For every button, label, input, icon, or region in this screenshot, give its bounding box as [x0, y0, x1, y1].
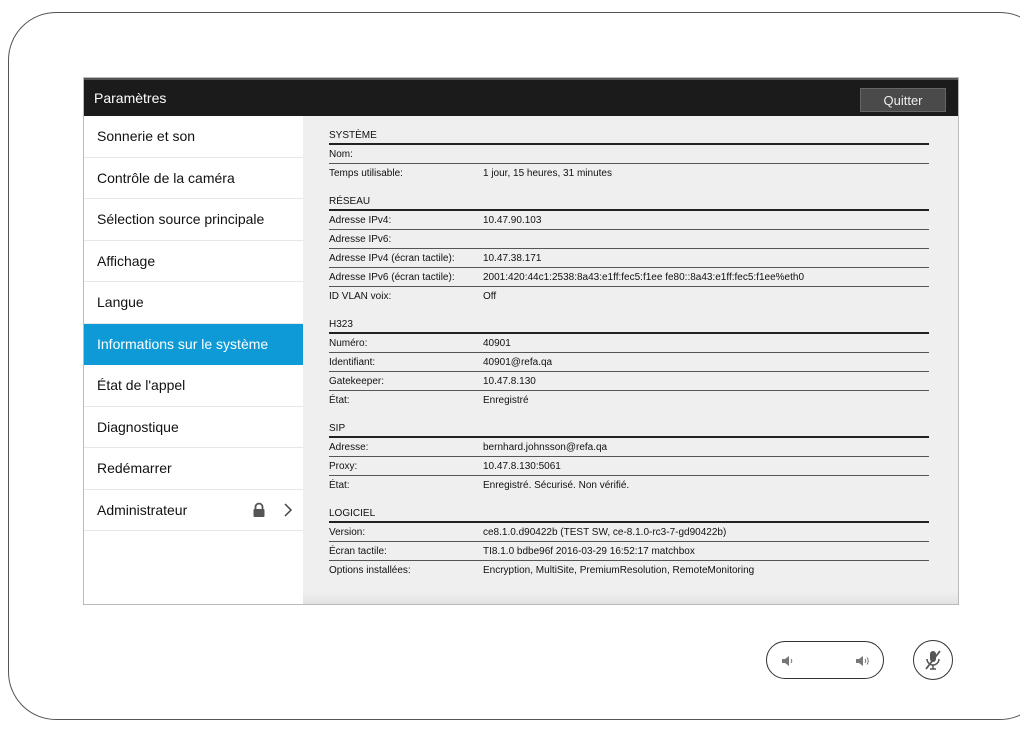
section-system: SYSTÈME Nom: Temps utilisable: 1 jour, 15… [329, 116, 929, 182]
info-key: Identifiant: [329, 356, 376, 368]
sidebar-item-label: Affichage [97, 252, 156, 269]
section-sip: SIP Adresse: bernhard.johnsson@refa.qa Pr… [329, 409, 929, 494]
microphone-mute-button[interactable] [913, 640, 953, 680]
sidebar-item-label: Redémarrer [97, 460, 172, 477]
sidebar-item-affichage[interactable]: Affichage [84, 241, 303, 282]
settings-sidebar: Sonnerie et son Contrôle de la caméra Sé… [84, 116, 303, 604]
info-row: Adresse IPv6: [329, 230, 929, 249]
sidebar-item-label: Diagnostique [97, 418, 179, 435]
window-title: Paramètres [94, 90, 167, 106]
sidebar-item-label: Langue [97, 294, 144, 311]
title-bar: Paramètres Quitter [84, 78, 958, 116]
info-value: 40901@refa.qa [483, 356, 553, 368]
info-row: Version: ce8.1.0.d90422b (TEST SW, ce-8.1… [329, 523, 929, 542]
info-key: Options installées: [329, 564, 411, 576]
info-key: Version: [329, 526, 366, 538]
info-key: Adresse IPv6 (écran tactile): [329, 271, 455, 283]
info-key: État: [329, 394, 350, 406]
section-network: RÉSEAU Adresse IPv4: 10.47.90.103 Adresse… [329, 182, 929, 305]
section-h323: H323 Numéro: 40901 Identifiant: 40901@refa… [329, 305, 929, 409]
sidebar-item-label: Sélection source principale [97, 211, 265, 228]
info-row: ID VLAN voix: Off [329, 287, 929, 305]
sidebar-item-system-info[interactable]: Informations sur le système [84, 323, 303, 365]
info-row: Adresse IPv6 (écran tactile): 2001:420:44… [329, 268, 929, 287]
sidebar-item-source[interactable]: Sélection source principale [84, 199, 303, 241]
info-value: 1 jour, 15 heures, 31 minutes [483, 167, 612, 179]
section-header: RÉSEAU [329, 182, 929, 211]
microphone-muted-icon [925, 650, 941, 670]
scroll-fade [303, 592, 958, 604]
info-key: Écran tactile: [329, 545, 387, 557]
info-value: bernhard.johnsson@refa.qa [483, 441, 608, 453]
sidebar-item-call-status[interactable]: État de l'appel [84, 365, 303, 407]
info-value: Enregistré. Sécurisé. Non vérifié. [483, 479, 630, 491]
info-value: 10.47.38.171 [483, 252, 542, 264]
sidebar-item-label: Sonnerie et son [97, 128, 196, 145]
section-header: SYSTÈME [329, 116, 929, 145]
system-info-panel: SYSTÈME Nom: Temps utilisable: 1 jour, 15… [303, 116, 958, 604]
sidebar-item-diagnostics[interactable]: Diagnostique [84, 407, 303, 448]
info-value: Enregistré [483, 394, 529, 406]
info-key: Nom: [329, 148, 353, 160]
info-row: Gatekeeper: 10.47.8.130 [329, 372, 929, 391]
sidebar-item-label: Contrôle de la caméra [97, 169, 235, 186]
info-row: État: Enregistré [329, 391, 929, 409]
info-key: Adresse IPv4: [329, 214, 392, 226]
info-value: 10.47.8.130:5061 [483, 460, 561, 472]
info-value: Off [483, 290, 497, 302]
info-key: Proxy: [329, 460, 358, 472]
info-key: Adresse IPv6: [329, 233, 392, 245]
info-key: ID VLAN voix: [329, 290, 392, 302]
sidebar-item-camera[interactable]: Contrôle de la caméra [84, 158, 303, 199]
lock-icon [253, 502, 265, 517]
info-value: ce8.1.0.d90422b (TEST SW, ce-8.1.0-rc3-7… [483, 526, 727, 538]
info-value: 2001:420:44c1:2538:8a43:e1ff:fec5:f1ee f… [483, 271, 805, 283]
info-value: 10.47.8.130 [483, 375, 536, 387]
section-header: SIP [329, 409, 929, 438]
volume-control[interactable] [766, 641, 884, 679]
info-row: Identifiant: 40901@refa.qa [329, 353, 929, 372]
chevron-right-icon [284, 502, 293, 517]
info-key: Temps utilisable: [329, 167, 403, 179]
info-key: Gatekeeper: [329, 375, 385, 387]
info-row: Temps utilisable: 1 jour, 15 heures, 31 m… [329, 164, 929, 182]
info-value: 40901 [483, 337, 511, 349]
sidebar-item-langue[interactable]: Langue [84, 282, 303, 324]
settings-window: Paramètres Quitter Sonnerie et son Contr… [83, 77, 959, 605]
info-row: Adresse IPv4 (écran tactile): 10.47.38.17… [329, 249, 929, 268]
info-value: 10.47.90.103 [483, 214, 542, 226]
section-software: LOGICIEL Version: ce8.1.0.d90422b (TEST S… [329, 494, 929, 579]
sidebar-item-restart[interactable]: Redémarrer [84, 448, 303, 490]
sidebar-item-sonnerie[interactable]: Sonnerie et son [84, 116, 303, 158]
info-row: État: Enregistré. Sécurisé. Non vérifié. [329, 476, 929, 494]
info-value: TI8.1.0 bdbe96f 2016-03-29 16:52:17 matc… [483, 545, 695, 557]
info-value: Encryption, MultiSite, PremiumResolution… [483, 564, 755, 576]
sidebar-item-label: Informations sur le système [97, 335, 269, 352]
info-key: Adresse IPv4 (écran tactile): [329, 252, 455, 264]
info-row: Adresse: bernhard.johnsson@refa.qa [329, 438, 929, 457]
info-key: Adresse: [329, 441, 369, 453]
volume-up-icon[interactable] [855, 653, 871, 669]
info-row: Adresse IPv4: 10.47.90.103 [329, 211, 929, 230]
info-row: Nom: [329, 145, 929, 164]
info-key: État: [329, 479, 350, 491]
section-header: LOGICIEL [329, 494, 929, 523]
sidebar-item-admin[interactable]: Administrateur [84, 490, 303, 531]
sidebar-item-label: Administrateur [97, 501, 188, 518]
section-header: H323 [329, 305, 929, 334]
info-row: Options installées: Encryption, MultiSite… [329, 561, 929, 579]
info-row: Écran tactile: TI8.1.0 bdbe96f 2016-03-29… [329, 542, 929, 561]
info-row: Numéro: 40901 [329, 334, 929, 353]
info-row: Proxy: 10.47.8.130:5061 [329, 457, 929, 476]
info-key: Numéro: [329, 337, 368, 349]
sidebar-item-label: État de l'appel [97, 377, 186, 394]
quit-button[interactable]: Quitter [860, 88, 946, 112]
volume-down-icon[interactable] [781, 654, 795, 668]
